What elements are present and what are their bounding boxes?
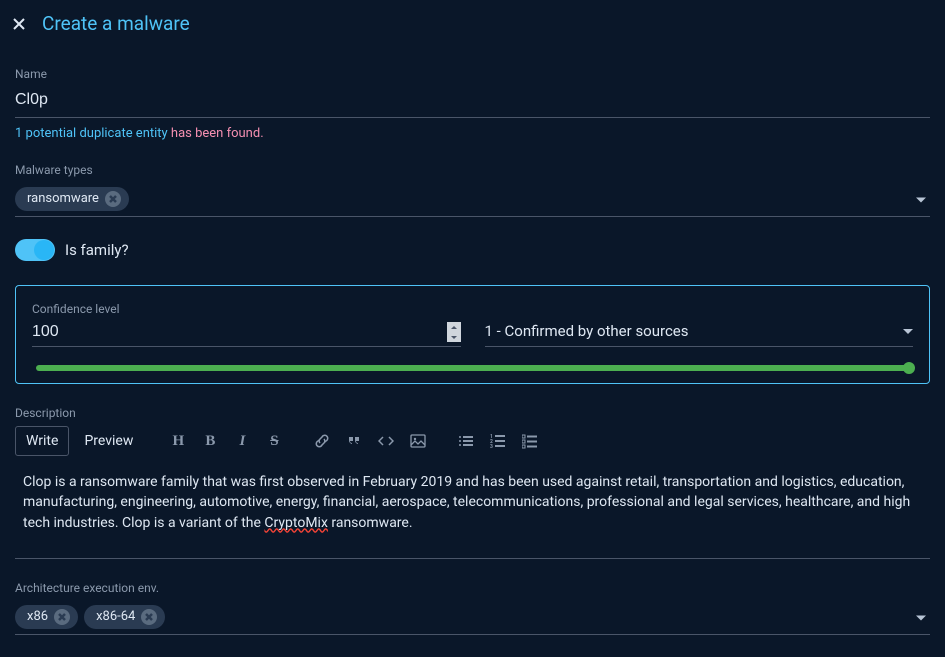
- architecture-label: Architecture execution env.: [15, 581, 930, 595]
- confidence-label: Confidence level: [32, 302, 913, 316]
- slider-thumb[interactable]: [903, 362, 915, 374]
- dialog-title: Create a malware: [42, 12, 190, 35]
- italic-icon[interactable]: I: [228, 427, 256, 455]
- malware-types-select[interactable]: ransomware: [15, 183, 930, 217]
- chip-label: x86-64: [96, 609, 135, 624]
- description-label: Description: [15, 406, 930, 420]
- svg-text:3: 3: [490, 444, 493, 449]
- bullet-list-icon[interactable]: [452, 427, 480, 455]
- malware-types-field-group: Malware types ransomware: [15, 163, 930, 217]
- chip-label: ransomware: [27, 191, 99, 206]
- divider: [15, 558, 930, 559]
- bold-icon[interactable]: B: [196, 427, 224, 455]
- confidence-box: Confidence level 1 - Confirmed by other …: [15, 285, 930, 384]
- duplicate-warning-suffix: has been found.: [168, 126, 264, 141]
- stepper-down-icon[interactable]: [447, 332, 461, 342]
- confidence-input-wrap: [32, 322, 461, 347]
- architecture-chip: x86: [15, 605, 78, 629]
- name-field-group: Name 1 potential duplicate entity has be…: [15, 67, 930, 141]
- tab-write[interactable]: Write: [15, 426, 69, 456]
- editor-toolbar: Write Preview H B I S: [15, 426, 930, 456]
- tab-preview[interactable]: Preview: [73, 426, 144, 456]
- close-icon[interactable]: [10, 15, 28, 33]
- chip-remove-icon[interactable]: [141, 609, 157, 625]
- toggle-thumb: [34, 240, 54, 260]
- confidence-select-text: 1 - Confirmed by other sources: [485, 322, 689, 340]
- name-label: Name: [15, 67, 930, 81]
- numbered-list-icon[interactable]: 123: [484, 427, 512, 455]
- description-textarea[interactable]: Clop is a ransomware family that was fir…: [15, 468, 930, 538]
- chevron-down-icon[interactable]: [903, 329, 913, 334]
- chevron-down-icon[interactable]: [916, 197, 926, 202]
- heading-icon[interactable]: H: [164, 427, 192, 455]
- chevron-down-icon[interactable]: [916, 615, 926, 620]
- stepper-up-icon[interactable]: [447, 322, 461, 332]
- link-icon[interactable]: [308, 427, 336, 455]
- architecture-field-group: Architecture execution env. x86 x86-64: [15, 581, 930, 635]
- chip-remove-icon[interactable]: [105, 191, 121, 207]
- chip-label: x86: [27, 609, 48, 624]
- quote-icon[interactable]: [340, 427, 368, 455]
- dialog-header: Create a malware: [0, 0, 945, 47]
- confidence-input[interactable]: [32, 323, 447, 341]
- malware-types-label: Malware types: [15, 163, 930, 177]
- strikethrough-icon[interactable]: S: [260, 427, 288, 455]
- duplicate-warning: 1 potential duplicate entity has been fo…: [15, 126, 930, 141]
- is-family-row: Is family?: [15, 239, 930, 261]
- malware-type-chip: ransomware: [15, 187, 129, 211]
- is-family-label: Is family?: [65, 241, 129, 259]
- confidence-stepper[interactable]: [447, 322, 461, 342]
- is-family-toggle[interactable]: [15, 239, 55, 261]
- name-input[interactable]: [15, 87, 930, 118]
- code-icon[interactable]: [372, 427, 400, 455]
- chip-remove-icon[interactable]: [54, 609, 70, 625]
- architecture-chip: x86-64: [84, 605, 165, 629]
- task-list-icon[interactable]: [516, 427, 544, 455]
- description-field-group: Description Write Preview H B I S: [15, 406, 930, 559]
- confidence-select[interactable]: 1 - Confirmed by other sources: [485, 322, 914, 347]
- confidence-slider[interactable]: [36, 365, 909, 371]
- architecture-select[interactable]: x86 x86-64: [15, 601, 930, 635]
- image-icon[interactable]: [404, 427, 432, 455]
- duplicate-warning-link[interactable]: 1 potential duplicate entity: [15, 126, 168, 141]
